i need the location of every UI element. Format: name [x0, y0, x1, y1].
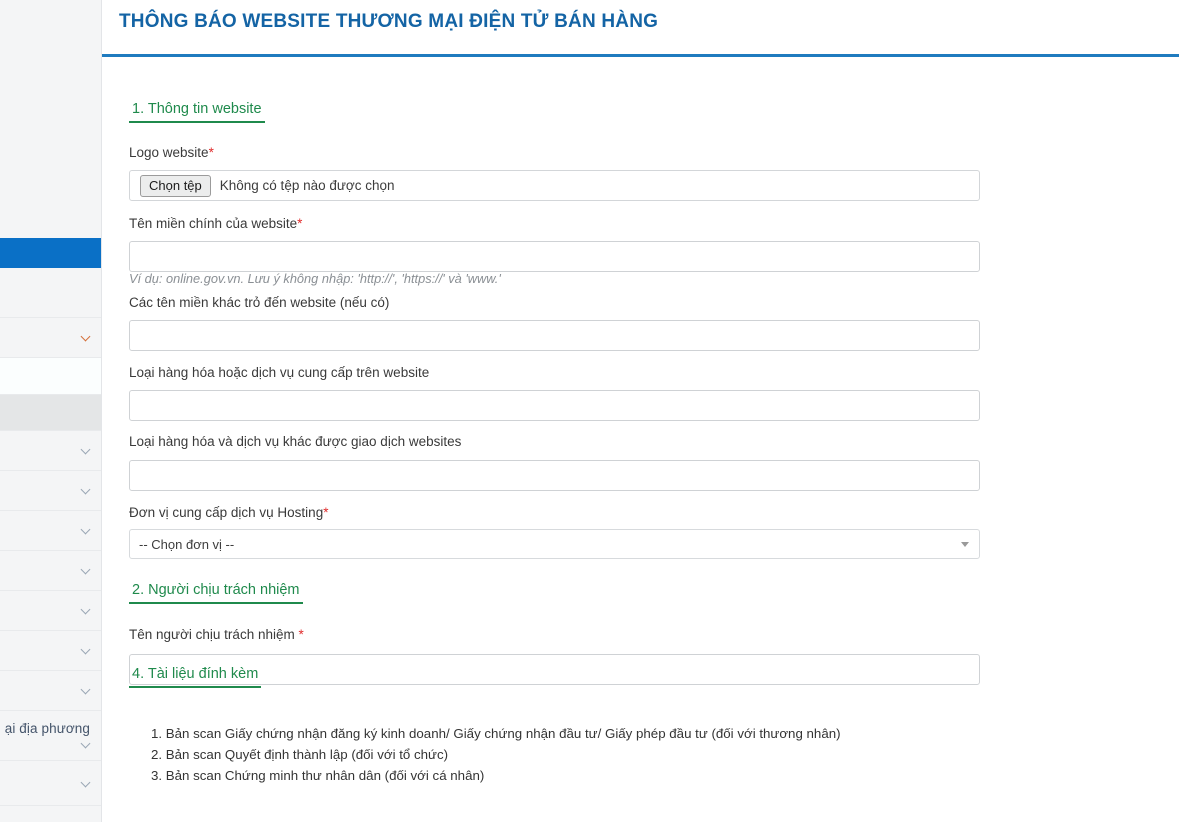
sidebar-item-10[interactable] — [0, 591, 101, 631]
hosting-provider-label-text: Đơn vị cung cấp dịch vụ Hosting — [129, 505, 324, 520]
section-heading-attachments: 4. Tài liệu đính kèm — [129, 666, 262, 688]
page-title: THÔNG BÁO WEBSITE THƯƠNG MẠI ĐIỆN TỬ BÁN… — [119, 11, 659, 32]
logo-website-label: Logo website* — [129, 145, 214, 160]
sidebar-item-14[interactable] — [0, 806, 101, 822]
sidebar-item-0[interactable] — [0, 0, 101, 238]
chevron-down-icon — [81, 645, 92, 656]
page-header: THÔNG BÁO WEBSITE THƯƠNG MẠI ĐIỆN TỬ BÁN… — [102, 0, 1179, 55]
goods-services-input[interactable] — [129, 390, 980, 421]
sidebar-item-4[interactable] — [0, 358, 101, 395]
sidebar-item-5[interactable] — [0, 395, 101, 431]
chevron-down-icon — [81, 685, 92, 696]
sidebar-item-local[interactable]: ại địa phương — [0, 711, 101, 761]
required-marker: * — [298, 627, 304, 642]
attachment-documents-list: 1. Bản scan Giấy chứng nhận đăng ký kinh… — [129, 723, 841, 786]
sidebar-item-3[interactable] — [0, 318, 101, 358]
sidebar-item-8[interactable] — [0, 511, 101, 551]
required-marker: * — [297, 216, 303, 231]
chevron-down-icon — [81, 565, 92, 576]
list-item: 1. Bản scan Giấy chứng nhận đăng ký kinh… — [151, 726, 841, 741]
list-item: 2. Bản scan Quyết định thành lập (đối vớ… — [151, 747, 449, 762]
logo-website-label-text: Logo website — [129, 145, 209, 160]
other-goods-services-input[interactable] — [129, 460, 980, 491]
main-content: THÔNG BÁO WEBSITE THƯƠNG MẠI ĐIỆN TỬ BÁN… — [102, 0, 1179, 822]
required-marker: * — [323, 505, 329, 520]
choose-file-button[interactable]: Chọn tệp — [140, 174, 211, 197]
chevron-down-icon — [961, 541, 969, 547]
responsible-name-label: Tên người chịu trách nhiệm * — [129, 627, 304, 642]
main-domain-input[interactable] — [129, 241, 980, 272]
sidebar-item-9[interactable] — [0, 551, 101, 591]
hosting-provider-label: Đơn vị cung cấp dịch vụ Hosting* — [129, 505, 328, 520]
sidebar-item-13[interactable] — [0, 761, 101, 806]
hosting-provider-selected-value: -- Chọn đơn vị -- — [139, 536, 235, 552]
sidebar-item-12[interactable] — [0, 671, 101, 711]
sidebar-item-7[interactable] — [0, 471, 101, 511]
section-heading-responsible-person: 2. Người chịu trách nhiệm — [129, 582, 303, 604]
main-domain-hint: Ví dụ: online.gov.vn. Lưu ý không nhập: … — [129, 271, 501, 286]
other-goods-services-label: Loại hàng hóa và dịch vụ khác được giao … — [129, 434, 462, 449]
sidebar-item-6[interactable] — [0, 431, 101, 471]
sidebar-item-label: ại địa phương — [4, 721, 90, 736]
chevron-down-icon — [81, 739, 92, 750]
sidebar-item-2[interactable] — [0, 268, 101, 318]
main-domain-label: Tên miền chính của website* — [129, 216, 302, 231]
logo-file-input-row[interactable]: Chọn tệp Không có tệp nào được chọn — [129, 170, 980, 201]
sidebar-item-active[interactable] — [0, 238, 101, 268]
other-domains-label: Các tên miền khác trỏ đến website (nếu c… — [129, 295, 390, 310]
main-domain-label-text: Tên miền chính của website — [129, 216, 298, 231]
chevron-down-icon — [81, 778, 92, 789]
page-root: ại địa phương THÔNG BÁO WEBSITE THƯƠNG M… — [0, 0, 1179, 822]
chevron-down-icon — [81, 445, 92, 456]
other-domains-input[interactable] — [129, 320, 980, 351]
chevron-down-icon — [81, 605, 92, 616]
sidebar-item-11[interactable] — [0, 631, 101, 671]
chevron-down-icon — [81, 332, 92, 343]
header-divider — [102, 54, 1179, 57]
file-status-text: Không có tệp nào được chọn — [219, 178, 395, 193]
goods-services-label: Loại hàng hóa hoặc dịch vụ cung cấp trên… — [129, 365, 430, 380]
list-item: 3. Bản scan Chứng minh thư nhân dân (đối… — [151, 768, 485, 783]
responsible-name-label-text: Tên người chịu trách nhiệm — [129, 627, 295, 642]
chevron-down-icon — [81, 485, 92, 496]
chevron-down-icon — [81, 525, 92, 536]
sidebar: ại địa phương — [0, 0, 102, 822]
required-marker: * — [208, 145, 214, 160]
section-heading-website-info: 1. Thông tin website — [129, 101, 265, 123]
hosting-provider-select[interactable]: -- Chọn đơn vị -- — [129, 529, 980, 559]
